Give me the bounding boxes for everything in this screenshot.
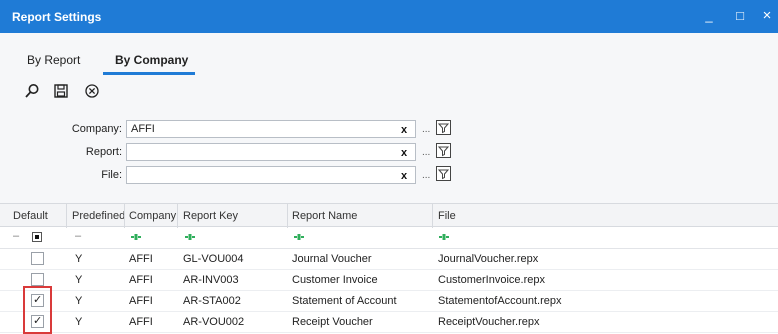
column-divider[interactable] xyxy=(124,204,125,228)
file-filter-icon[interactable] xyxy=(436,166,451,181)
column-header-company[interactable]: Company xyxy=(129,210,176,222)
minimize-button[interactable]: _ xyxy=(700,7,718,25)
predefined-filter-dash: – xyxy=(75,230,82,242)
column-header-default[interactable]: Default xyxy=(13,210,48,222)
file-field[interactable] xyxy=(126,166,416,184)
column-divider[interactable] xyxy=(66,204,67,228)
company-field[interactable] xyxy=(126,120,416,138)
column-divider[interactable] xyxy=(287,204,288,228)
predefined-cell: Y xyxy=(75,295,83,307)
file-browse-button[interactable]: ... xyxy=(422,170,430,181)
close-button[interactable]: × xyxy=(758,7,776,25)
company-browse-button[interactable]: ... xyxy=(422,124,430,135)
predefined-cell: Y xyxy=(75,274,83,286)
company-cell: AFFI xyxy=(129,274,153,286)
report-key-column-filter-icon[interactable] xyxy=(185,232,195,242)
report-field[interactable] xyxy=(126,143,416,161)
grid-header: Default Predefined Company Report Key Re… xyxy=(0,203,778,228)
report-label: Report: xyxy=(85,146,122,158)
company-cell: AFFI xyxy=(129,253,153,265)
report-key-cell: AR-STA002 xyxy=(183,295,241,307)
predefined-cell: Y xyxy=(75,253,83,265)
report-browse-button[interactable]: ... xyxy=(422,147,430,158)
column-header-report-key[interactable]: Report Key xyxy=(183,210,238,222)
company-cell: AFFI xyxy=(129,295,153,307)
column-header-predefined[interactable]: Predefined xyxy=(72,210,125,222)
report-key-cell: GL-VOU004 xyxy=(183,253,244,265)
default-checkbox[interactable] xyxy=(31,273,44,286)
table-row[interactable]: Y AFFI AR-VOU002 Receipt Voucher Receipt… xyxy=(0,312,778,333)
table-row[interactable]: Y AFFI AR-STA002 Statement of Account St… xyxy=(0,291,778,312)
tab-by-company[interactable]: By Company xyxy=(115,53,188,67)
file-cell: ReceiptVoucher.repx xyxy=(438,316,540,328)
column-header-file[interactable]: File xyxy=(438,210,456,222)
file-cell: JournalVoucher.repx xyxy=(438,253,539,265)
save-icon[interactable] xyxy=(53,83,69,99)
company-clear-button[interactable]: x xyxy=(401,124,407,136)
default-checkbox[interactable] xyxy=(31,252,44,265)
company-column-filter-icon[interactable] xyxy=(131,232,141,242)
report-name-cell: Statement of Account xyxy=(292,295,397,307)
grid-filter-row: – – xyxy=(0,227,778,249)
column-divider[interactable] xyxy=(177,204,178,228)
checked-defaults-highlight xyxy=(23,286,52,334)
report-filter-icon[interactable] xyxy=(436,143,451,158)
report-name-column-filter-icon[interactable] xyxy=(294,232,304,242)
report-key-cell: AR-VOU002 xyxy=(183,316,245,328)
tab-by-report[interactable]: By Report xyxy=(27,53,80,67)
predefined-cell: Y xyxy=(75,316,83,328)
column-header-report-name[interactable]: Report Name xyxy=(292,210,357,222)
report-grid: Default Predefined Company Report Key Re… xyxy=(0,203,778,334)
active-tab-indicator xyxy=(103,72,195,75)
maximize-button[interactable]: □ xyxy=(731,7,749,25)
report-key-cell: AR-INV003 xyxy=(183,274,239,286)
cancel-icon[interactable] xyxy=(84,83,100,99)
default-filter-dash: – xyxy=(13,230,20,242)
report-name-cell: Journal Voucher xyxy=(292,253,372,265)
file-clear-button[interactable]: x xyxy=(401,170,407,182)
title-bar: Report Settings _ □ × xyxy=(0,0,778,33)
table-row[interactable]: Y AFFI GL-VOU004 Journal Voucher Journal… xyxy=(0,249,778,270)
file-cell: CustomerInvoice.repx xyxy=(438,274,545,286)
window-title: Report Settings xyxy=(12,10,102,24)
search-icon[interactable] xyxy=(24,83,40,99)
file-column-filter-icon[interactable] xyxy=(439,232,449,242)
report-clear-button[interactable]: x xyxy=(401,147,407,159)
company-label: Company: xyxy=(71,123,122,135)
company-filter-icon[interactable] xyxy=(436,120,451,135)
report-name-cell: Receipt Voucher xyxy=(292,316,373,328)
company-cell: AFFI xyxy=(129,316,153,328)
report-name-cell: Customer Invoice xyxy=(292,274,378,286)
dialog-content: By Report By Company Company: x ... Repo… xyxy=(0,33,778,334)
file-label: File: xyxy=(101,169,122,181)
table-row[interactable]: Y AFFI AR-INV003 Customer Invoice Custom… xyxy=(0,270,778,291)
column-divider[interactable] xyxy=(432,204,433,228)
file-cell: StatementofAccount.repx xyxy=(438,295,562,307)
default-filter-checkbox[interactable] xyxy=(32,232,42,242)
